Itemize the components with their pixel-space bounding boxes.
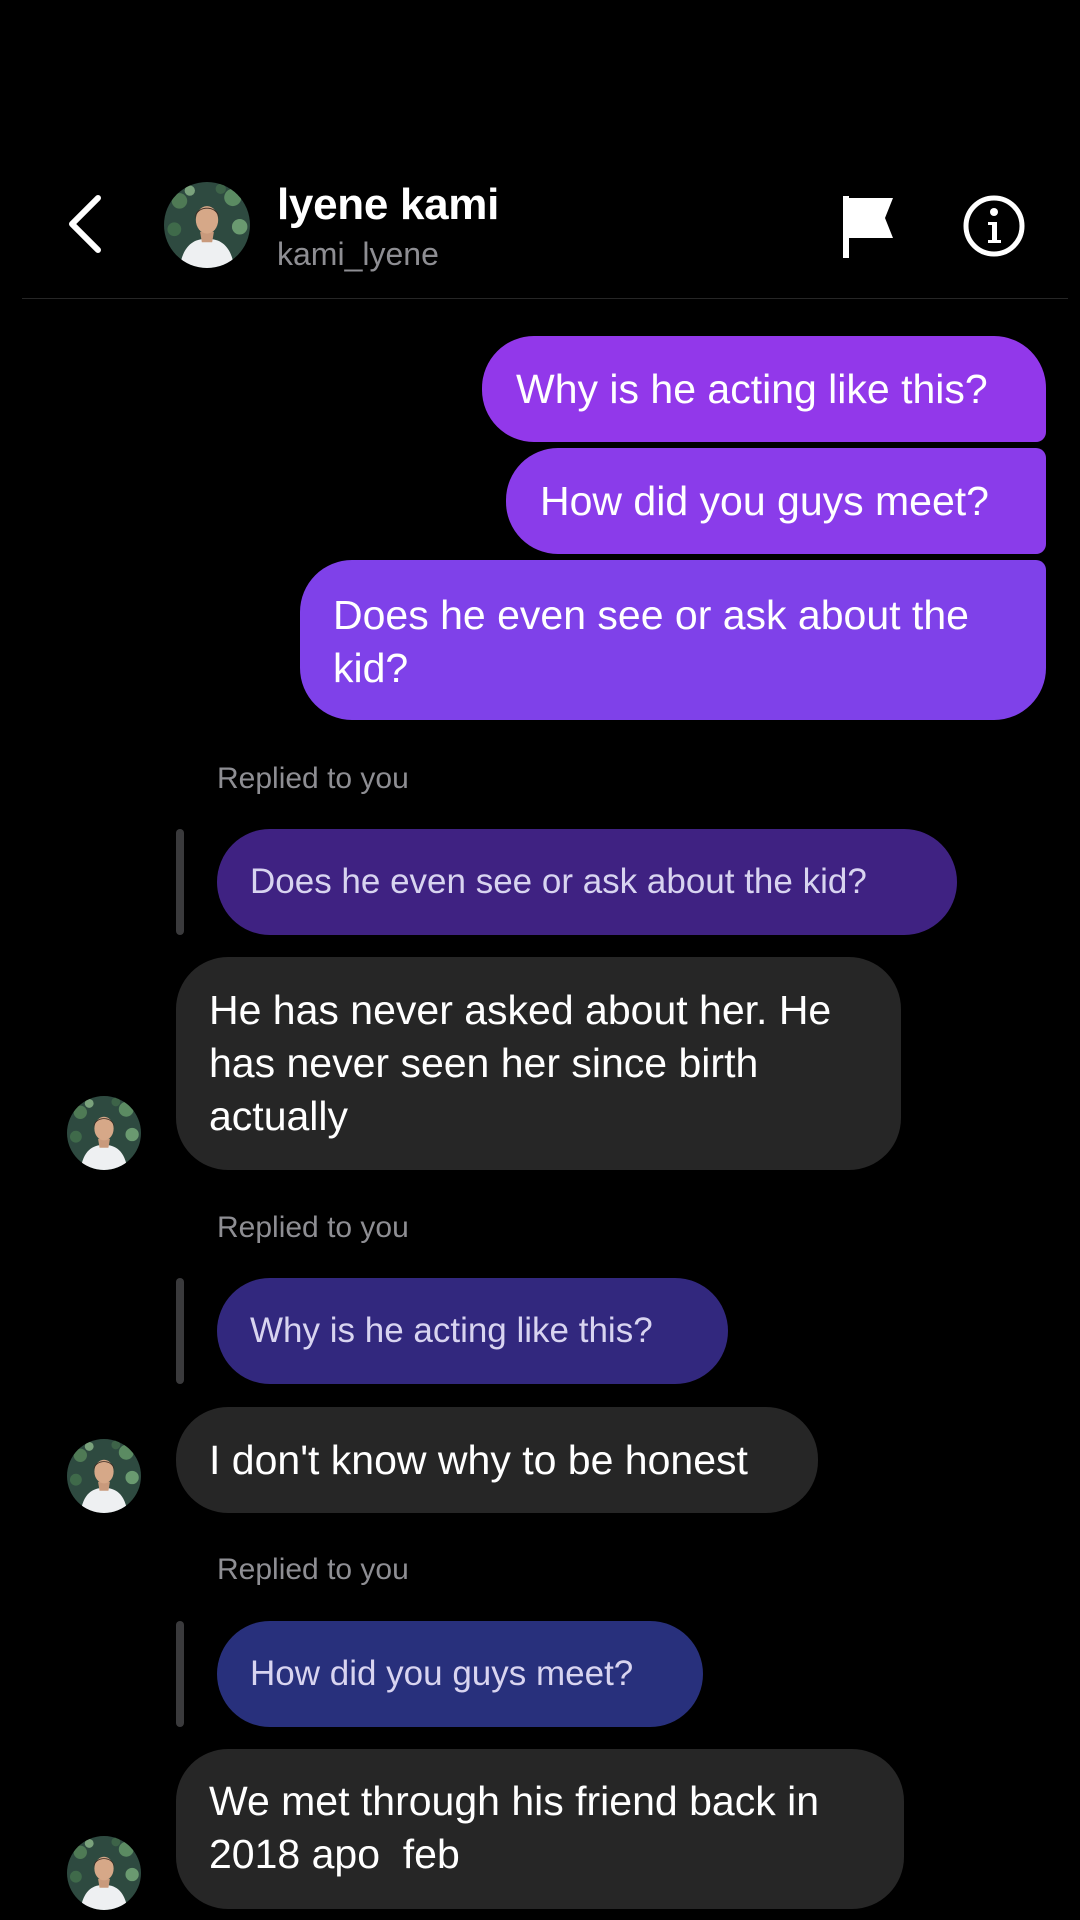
header-divider: [22, 298, 1068, 299]
message-text: Does he even see or ask about the kid?: [333, 592, 969, 691]
reply-label: Replied to you: [217, 1553, 409, 1586]
back-button[interactable]: [62, 192, 112, 256]
incoming-message[interactable]: We met through his friend back in 2018 a…: [176, 1749, 904, 1909]
quoted-text: How did you guys meet?: [250, 1654, 634, 1693]
chevron-left-icon: [69, 195, 101, 253]
reply-label: Replied to you: [217, 762, 409, 795]
outgoing-message[interactable]: How did you guys meet?: [506, 448, 1046, 554]
outgoing-message[interactable]: Why is he acting like this?: [482, 336, 1046, 442]
quoted-message[interactable]: Does he even see or ask about the kid?: [217, 829, 957, 935]
quoted-text: Why is he acting like this?: [250, 1311, 653, 1350]
avatar[interactable]: [164, 182, 250, 268]
quoted-message[interactable]: How did you guys meet?: [217, 1621, 703, 1727]
avatar-image: [67, 1439, 141, 1513]
reply-bar: [176, 1621, 184, 1727]
message-line: 2018 apo feb: [209, 1831, 460, 1877]
incoming-message[interactable]: He has never asked about her. He has nev…: [176, 957, 901, 1170]
message-line: He has never asked about her. He: [209, 987, 832, 1033]
reply-bar: [176, 1278, 184, 1384]
reply-bar: [176, 829, 184, 935]
report-button[interactable]: [835, 192, 901, 260]
reply-label: Replied to you: [217, 1211, 409, 1244]
incoming-message[interactable]: I don't know why to be honest: [176, 1407, 818, 1513]
avatar[interactable]: [67, 1439, 141, 1513]
quoted-message[interactable]: Why is he acting like this?: [217, 1278, 728, 1384]
message-line: actually: [209, 1093, 349, 1139]
message-line: We met through his friend back in: [209, 1778, 819, 1824]
outgoing-message[interactable]: Does he even see or ask about the kid?: [300, 560, 1046, 720]
contact-handle: kami_lyene: [277, 236, 439, 272]
avatar[interactable]: [67, 1836, 141, 1910]
avatar-image: [67, 1096, 141, 1170]
contact-name[interactable]: lyene kami: [277, 180, 499, 230]
chat-header: lyene kami kami_lyene: [0, 0, 1080, 300]
message-line: has never seen her since birth: [209, 1040, 759, 1086]
avatar-image: [164, 182, 250, 268]
info-icon: [963, 195, 1025, 257]
quoted-text: Does he even see or ask about the kid?: [250, 862, 867, 901]
avatar-image: [67, 1836, 141, 1910]
avatar[interactable]: [67, 1096, 141, 1170]
message-text: How did you guys meet?: [540, 477, 989, 524]
info-button[interactable]: [962, 194, 1026, 258]
flag-icon: [843, 196, 893, 258]
message-text: I don't know why to be honest: [209, 1436, 748, 1483]
message-text: Why is he acting like this?: [516, 365, 988, 412]
